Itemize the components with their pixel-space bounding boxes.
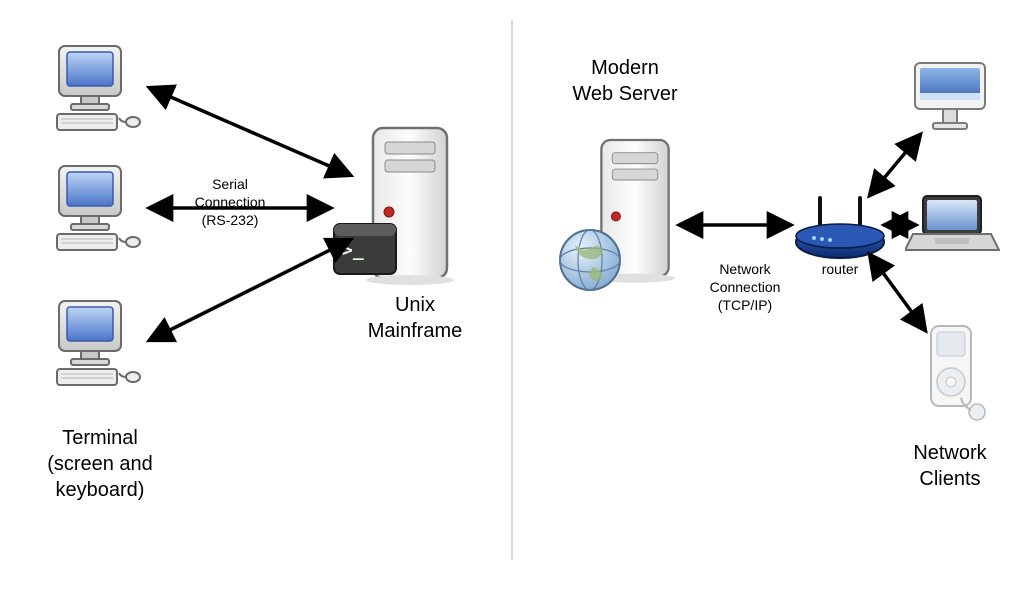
terminal-icon bbox=[45, 40, 145, 145]
terminal-caption: Terminal (screen and keyboard) bbox=[25, 425, 175, 503]
laptop-icon bbox=[905, 190, 1000, 265]
vertical-divider bbox=[511, 20, 513, 560]
svg-text:>_: >_ bbox=[342, 240, 364, 261]
serial-connection-label: Serial Connection (RS-232) bbox=[180, 175, 280, 230]
network-connection-label: Network Connection (TCP/IP) bbox=[695, 260, 795, 315]
terminal-icon bbox=[45, 160, 145, 265]
terminal-icon bbox=[45, 295, 145, 400]
router-label: router bbox=[810, 260, 870, 278]
imac-icon bbox=[905, 55, 995, 150]
unix-mainframe-label: Unix Mainframe bbox=[355, 292, 475, 344]
network-clients-label: Network Clients bbox=[890, 440, 1010, 492]
diagram-stage: >_ Unix Mainframe Serial Connection (RS-… bbox=[0, 0, 1024, 600]
globe-icon bbox=[555, 225, 625, 300]
mp3-player-icon bbox=[915, 320, 995, 435]
terminal-console-icon: >_ bbox=[330, 220, 400, 285]
modern-web-server-label: Modern Web Server bbox=[545, 55, 705, 107]
